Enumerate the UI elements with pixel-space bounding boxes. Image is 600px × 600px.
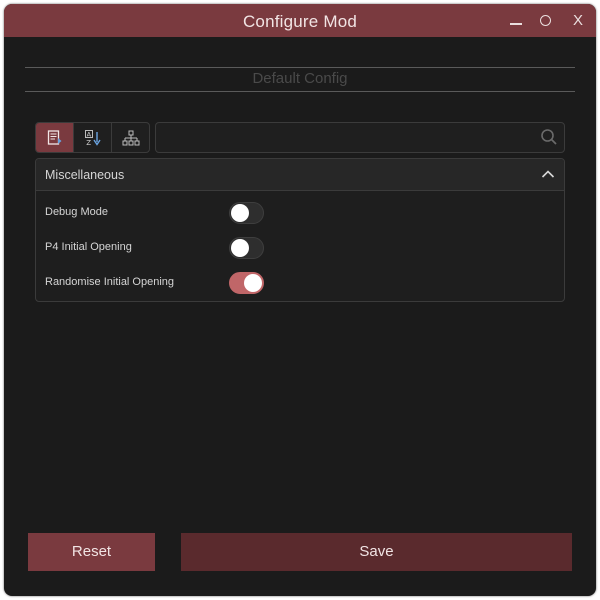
close-button[interactable]: X	[564, 4, 592, 37]
divider-top	[25, 67, 575, 68]
title-bar: Configure Mod X	[4, 4, 596, 37]
search-input[interactable]	[162, 127, 536, 149]
hierarchy-button[interactable]	[111, 123, 149, 152]
setting-label: Randomise Initial Opening	[45, 276, 175, 288]
toggle-knob	[231, 204, 249, 222]
hierarchy-icon	[122, 130, 139, 145]
setting-row-randomise-initial-opening: Randomise Initial Opening	[36, 272, 564, 296]
reset-button[interactable]: Reset	[28, 533, 155, 571]
toggle-knob	[244, 274, 262, 292]
document-view-button[interactable]	[36, 123, 73, 152]
section-header[interactable]: Miscellaneous	[36, 159, 564, 191]
setting-label: P4 Initial Opening	[45, 241, 132, 253]
svg-text:A: A	[86, 130, 91, 138]
search-icon[interactable]	[540, 128, 558, 146]
svg-text:Z: Z	[86, 139, 91, 147]
minimize-button[interactable]	[502, 4, 530, 37]
setting-row-p4-initial-opening: P4 Initial Opening	[36, 237, 564, 261]
section-title: Miscellaneous	[45, 168, 125, 182]
sort-az-icon: A Z	[84, 129, 101, 147]
toggle-knob	[231, 239, 249, 257]
settings-panel: Miscellaneous Debug Mode P4 Initial Open…	[35, 158, 565, 302]
divider-bottom	[25, 91, 575, 92]
sort-az-button[interactable]: A Z	[73, 123, 111, 152]
minimize-icon	[510, 23, 522, 25]
randomise-initial-opening-toggle[interactable]	[229, 272, 264, 294]
configure-mod-window: Configure Mod X Default Config A Z Misce…	[4, 4, 596, 596]
chevron-up-icon[interactable]	[541, 169, 555, 179]
maximize-icon	[540, 15, 551, 26]
document-icon	[47, 129, 61, 145]
debug-mode-toggle[interactable]	[229, 202, 264, 224]
setting-label: Debug Mode	[45, 206, 108, 218]
save-button[interactable]: Save	[181, 533, 572, 571]
p4-initial-opening-toggle[interactable]	[229, 237, 264, 259]
setting-row-debug-mode: Debug Mode	[36, 202, 564, 226]
config-title: Default Config	[252, 70, 348, 87]
view-toolbar: A Z	[35, 122, 150, 153]
maximize-button[interactable]	[532, 4, 560, 37]
search-box	[155, 122, 565, 153]
